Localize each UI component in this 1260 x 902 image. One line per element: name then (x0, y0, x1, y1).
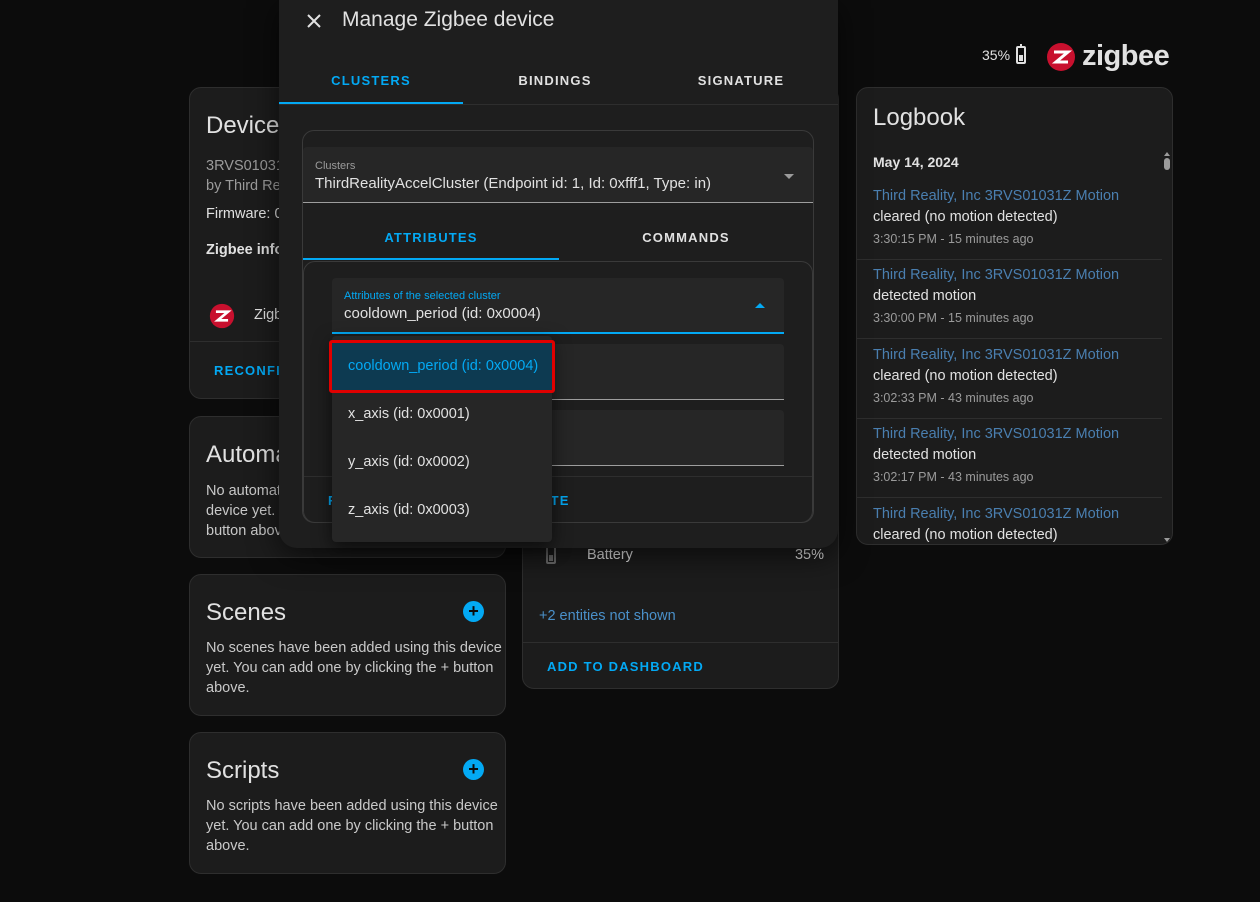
log-entry: Third Reality, Inc 3RVS01031Z Motion cle… (857, 498, 1162, 544)
log-entity-link[interactable]: Third Reality, Inc 3RVS01031Z Motion (873, 506, 1119, 522)
add-to-dashboard-button[interactable]: ADD TO DASHBOARD (547, 659, 704, 674)
zigbee-item-label[interactable]: Zigb (254, 305, 282, 325)
highlight-box (329, 340, 555, 393)
clusters-select-value: ThirdRealityAccelCluster (Endpoint id: 1… (315, 175, 712, 192)
add-script-button[interactable]: + (463, 759, 484, 780)
device-firmware: Firmware: 0 (206, 206, 283, 222)
log-time: 3:02:33 PM - 43 minutes ago (873, 391, 1034, 405)
automations-title: Automa (206, 441, 289, 468)
zigbee-logo: zigbee (1046, 40, 1170, 73)
log-entry: Third Reality, Inc 3RVS01031Z Motion cle… (857, 339, 1162, 419)
zigbee-small-icon (209, 303, 235, 329)
clusters-select-label: Clusters (315, 160, 356, 172)
close-icon[interactable] (304, 11, 324, 31)
menu-item-y-axis[interactable]: y_axis (id: 0x0002) (332, 438, 552, 486)
battery-entity-icon (546, 546, 556, 564)
automations-text-3: button above (206, 523, 290, 539)
scroll-down-arrow[interactable] (1164, 538, 1170, 542)
device-model: 3RVS01031 (206, 158, 284, 174)
attributes-select[interactable]: Attributes of the selected cluster coold… (332, 278, 784, 334)
scenes-text-3: above. (206, 680, 250, 696)
scenes-title: Scenes (206, 599, 287, 626)
logbook-date: May 14, 2024 (873, 154, 959, 170)
zigbee-info-heading: Zigbee info (206, 242, 284, 258)
scenes-card: Scenes + No scenes have been added using… (189, 574, 506, 716)
device-card-title: Device (206, 112, 280, 139)
automations-text-2: device yet. Y (206, 503, 289, 519)
scripts-card: Scripts + No scripts have been added usi… (189, 732, 506, 874)
menu-item-z-axis[interactable]: z_axis (id: 0x0003) (332, 486, 552, 534)
battery-percent: 35% (982, 47, 1011, 63)
scripts-text-1: No scripts have been added using this de… (206, 798, 498, 814)
hidden-entities-link[interactable]: +2 entities not shown (539, 606, 676, 626)
tab-clusters[interactable]: CLUSTERS (279, 73, 463, 88)
logbook-list: Third Reality, Inc 3RVS01031Z Motion cle… (857, 180, 1162, 544)
clusters-dropdown-icon (784, 174, 794, 179)
battery-entity-value: 35% (794, 547, 824, 563)
log-entity-link[interactable]: Third Reality, Inc 3RVS01031Z Motion (873, 267, 1119, 283)
dialog-title: Manage Zigbee device (342, 8, 555, 31)
scroll-thumb[interactable] (1164, 158, 1170, 170)
log-entity-link[interactable]: Third Reality, Inc 3RVS01031Z Motion (873, 347, 1119, 363)
log-time: 3:30:00 PM - 15 minutes ago (873, 311, 1034, 325)
scripts-text-3: above. (206, 838, 250, 854)
tab-bindings[interactable]: BINDINGS (463, 73, 647, 88)
log-message: cleared (no motion detected) (873, 209, 1058, 225)
battery-icon (1016, 44, 1027, 64)
log-time: 3:02:17 PM - 43 minutes ago (873, 470, 1034, 484)
log-entry: Third Reality, Inc 3RVS01031Z Motion cle… (857, 180, 1162, 260)
log-entry: Third Reality, Inc 3RVS01031Z Motion det… (857, 259, 1162, 339)
log-entry: Third Reality, Inc 3RVS01031Z Motion det… (857, 418, 1162, 498)
scripts-text-2: yet. You can add one by clicking the + b… (206, 818, 494, 834)
zigbee-icon (1047, 42, 1075, 71)
log-message: detected motion (873, 447, 977, 463)
battery-entity-label: Battery (587, 547, 633, 563)
subtab-indicator (303, 258, 559, 260)
log-message: cleared (no motion detected) (873, 368, 1058, 384)
zigbee-wordmark: zigbee (1082, 40, 1170, 72)
attributes-select-label: Attributes of the selected cluster (344, 290, 501, 302)
log-entity-link[interactable]: Third Reality, Inc 3RVS01031Z Motion (873, 188, 1119, 204)
logbook-title: Logbook (873, 104, 966, 131)
header-battery: 35% (982, 44, 1027, 64)
scroll-up-arrow[interactable] (1164, 152, 1170, 156)
attributes-select-value: cooldown_period (id: 0x0004) (344, 305, 541, 322)
tab-commands[interactable]: COMMANDS (559, 230, 813, 245)
log-message: cleared (no motion detected) (873, 527, 1058, 543)
tabs-divider (279, 104, 838, 105)
add-scene-button[interactable]: + (463, 601, 484, 622)
attributes-dropdown-icon (755, 303, 765, 308)
clusters-select[interactable]: Clusters ThirdRealityAccelCluster (Endpo… (303, 147, 813, 203)
scenes-text-1: No scenes have been added using this dev… (206, 640, 502, 656)
log-message: detected motion (873, 288, 977, 304)
scenes-text-2: yet. You can add one by clicking the + b… (206, 660, 494, 676)
sensors-card-divider (523, 642, 838, 643)
log-time: 3:30:15 PM - 15 minutes ago (873, 232, 1034, 246)
tab-attributes[interactable]: ATTRIBUTES (303, 230, 559, 245)
automations-text-1: No automat (206, 483, 281, 499)
logbook-card: Logbook May 14, 2024 Third Reality, Inc … (856, 87, 1173, 545)
device-manufacturer: by Third Rea (206, 178, 289, 194)
logbook-scrollbar[interactable] (1164, 152, 1170, 542)
log-entity-link[interactable]: Third Reality, Inc 3RVS01031Z Motion (873, 426, 1119, 442)
tab-signature[interactable]: SIGNATURE (647, 73, 835, 88)
menu-item-x-axis[interactable]: x_axis (id: 0x0001) (332, 390, 552, 438)
scripts-title: Scripts (206, 757, 280, 784)
